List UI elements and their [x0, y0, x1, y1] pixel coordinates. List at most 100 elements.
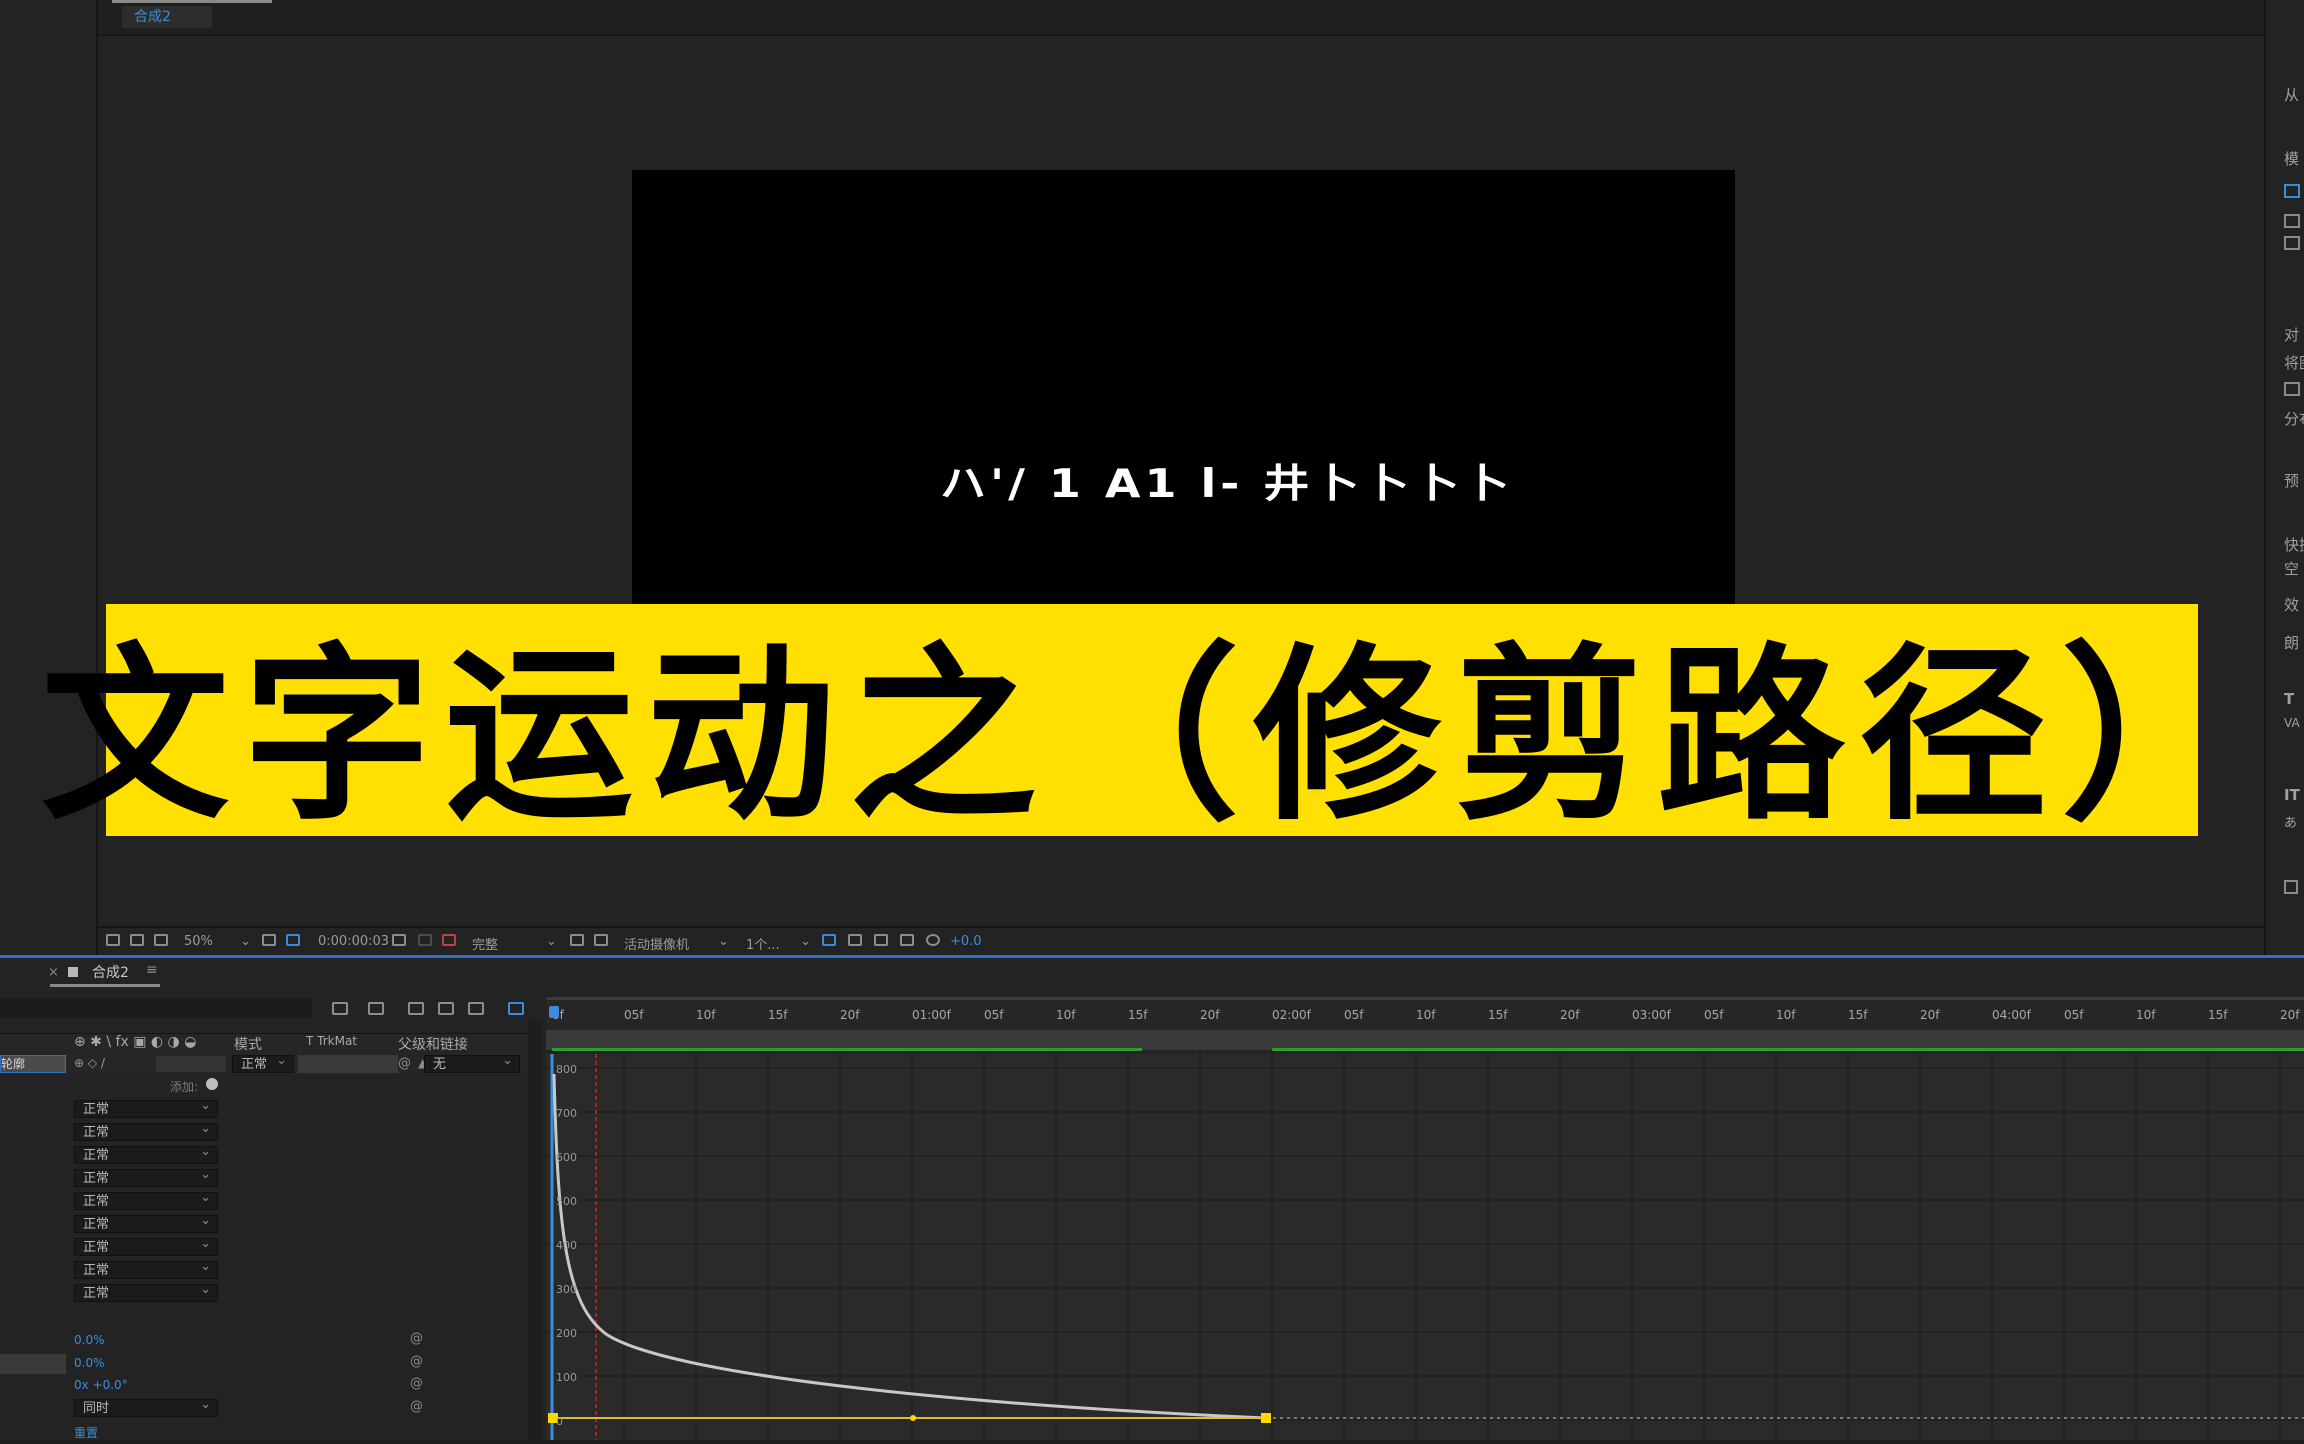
indent-icon[interactable] — [2284, 214, 2300, 228]
roi-icon[interactable] — [570, 934, 584, 946]
graph-y-label: 0 — [556, 1415, 563, 1428]
camera-icon[interactable] — [392, 934, 406, 946]
animated-text-layer: ハ'/ 1 А1 l- 井卜卜卜卜 — [940, 460, 1514, 507]
draft-3d-icon[interactable] — [822, 934, 836, 946]
shy-layers-icon[interactable] — [408, 1002, 424, 1015]
group-mode-select[interactable]: 正常 — [74, 1166, 218, 1187]
ruler-tick-label: 01:00f — [912, 1008, 951, 1022]
ruler-tick-label: 20f — [1560, 1008, 1580, 1022]
group-mode-select[interactable]: 正常 — [74, 1235, 218, 1256]
trim-multiple-select[interactable]: 同时 — [74, 1396, 218, 1417]
mask-icon[interactable] — [154, 934, 168, 946]
graph-y-label: 100 — [556, 1371, 577, 1384]
grid-icon[interactable] — [262, 934, 276, 946]
tsume-icon[interactable]: あ — [2284, 812, 2297, 831]
group-mode-select[interactable]: 正常 — [74, 1212, 218, 1233]
monitor-icon[interactable] — [130, 934, 144, 946]
reset-link[interactable]: 重置 — [74, 1424, 98, 1441]
composition-flowchart-icon[interactable] — [332, 1002, 348, 1015]
camera-select[interactable]: 活动摄像机 — [624, 934, 689, 953]
add-button-icon[interactable] — [206, 1078, 218, 1090]
tracking-icon[interactable]: VA — [2284, 716, 2300, 730]
color-channel-icon[interactable] — [442, 934, 456, 946]
cache-indicator — [552, 1048, 1142, 1051]
region-icon[interactable] — [286, 934, 300, 946]
group-mode-select[interactable]: 正常 — [74, 1258, 218, 1279]
motion-blur-icon[interactable] — [468, 1002, 484, 1015]
transparency-grid-icon[interactable] — [594, 934, 608, 946]
draft-3d-icon[interactable] — [368, 1002, 384, 1015]
work-area-bar[interactable] — [546, 1030, 2304, 1050]
trkmat-column-header[interactable]: T TrkMat — [306, 1034, 357, 1048]
graph-y-label: 800 — [556, 1063, 577, 1076]
expression-pickwhip-icon[interactable]: @ — [410, 1354, 423, 1369]
trim-end-value[interactable]: 0.0% — [74, 1356, 105, 1370]
snapshot-icon[interactable] — [106, 934, 120, 946]
checkbox-icon[interactable] — [2284, 880, 2298, 894]
ruler-tick-label: 02:00f — [1272, 1008, 1311, 1022]
parent-column-header[interactable]: 父级和链接 — [398, 1034, 468, 1054]
pick-whip-icon[interactable]: @ — [398, 1056, 411, 1071]
flowchart-icon[interactable] — [900, 934, 914, 946]
group-mode-select[interactable]: 正常 — [74, 1281, 218, 1302]
group-mode-select[interactable]: 正常 — [74, 1097, 218, 1118]
exposure-value[interactable]: +0.0 — [950, 934, 982, 949]
ruler-tick-label: 05f — [1704, 1008, 1724, 1022]
layer-mode-select[interactable]: 正常 — [232, 1052, 294, 1073]
zoom-select[interactable]: 50% — [184, 934, 213, 949]
tab-timeline-composition-2[interactable]: 合成2 — [92, 962, 129, 982]
playhead-handle[interactable] — [549, 1006, 559, 1018]
exposure-reset-icon[interactable] — [926, 934, 940, 946]
graph-y-label: 700 — [556, 1107, 577, 1120]
indent-right-icon[interactable] — [2284, 236, 2300, 250]
mode-column-header[interactable]: 模式 — [234, 1034, 262, 1054]
graph-editor-grid — [546, 1054, 2304, 1440]
layer-switch-boxes[interactable] — [156, 1056, 226, 1072]
layer-search-input[interactable] — [0, 998, 312, 1018]
vertical-scale-icon[interactable]: IT — [2284, 786, 2300, 804]
right-panel-label: 效 — [2284, 596, 2300, 614]
view-layout-select[interactable]: 1个... — [746, 934, 780, 953]
expression-pickwhip-icon[interactable]: @ — [410, 1376, 423, 1391]
chevron-down-icon[interactable]: ⌄ — [800, 934, 811, 949]
right-panel-label: 预 — [2284, 472, 2300, 490]
ruler-tick-label: 10f — [1776, 1008, 1796, 1022]
tab-composition-2[interactable]: 合成2 — [122, 6, 212, 28]
show-snapshot-icon[interactable] — [418, 934, 432, 946]
panel-menu-icon[interactable]: ≡ — [146, 962, 158, 978]
ruler-tick-label: 10f — [1416, 1008, 1436, 1022]
group-mode-select[interactable]: 正常 — [74, 1189, 218, 1210]
timeline-icon[interactable] — [874, 934, 888, 946]
align-left-icon[interactable] — [2284, 184, 2300, 198]
align-icon[interactable] — [2284, 382, 2300, 396]
ruler-tick-label: 05f — [1344, 1008, 1364, 1022]
trim-offset-value[interactable]: 0x +0.0° — [74, 1378, 128, 1392]
resolution-select[interactable]: 完整 — [472, 934, 498, 953]
frame-blending-icon[interactable] — [438, 1002, 454, 1015]
graph-editor-icon[interactable] — [508, 1002, 524, 1015]
parent-select[interactable]: 无 — [424, 1052, 520, 1073]
current-time[interactable]: 0:00:00:03 — [318, 934, 389, 949]
right-panel-label: 空 — [2284, 560, 2300, 578]
expression-pickwhip-icon[interactable]: @ — [410, 1399, 423, 1414]
expression-pickwhip-icon[interactable]: @ — [410, 1331, 423, 1346]
ruler-tick-label: 05f — [2064, 1008, 2084, 1022]
group-mode-select[interactable]: 正常 — [74, 1143, 218, 1164]
layer-switches[interactable]: ⊕ ◇ / — [74, 1056, 105, 1070]
close-icon[interactable]: × — [48, 965, 59, 980]
graph-editor[interactable] — [546, 1054, 2304, 1440]
trkmat-select[interactable] — [298, 1055, 398, 1073]
chevron-down-icon[interactable]: ⌄ — [546, 934, 557, 949]
panel-divider — [528, 1020, 542, 1440]
selected-property-row[interactable] — [0, 1354, 66, 1374]
ruler-tick-label: 20f — [840, 1008, 860, 1022]
fast-preview-icon[interactable] — [848, 934, 862, 946]
text-size-icon[interactable]: T — [2284, 690, 2294, 708]
layer-name-field[interactable]: 轮廓 — [0, 1055, 66, 1073]
chevron-down-icon[interactable]: ⌄ — [718, 934, 729, 949]
title-banner-text: 文字运动之（修剪路径） — [41, 627, 2263, 846]
graph-y-label: 600 — [556, 1151, 577, 1164]
group-mode-select[interactable]: 正常 — [74, 1120, 218, 1141]
chevron-down-icon[interactable]: ⌄ — [240, 934, 251, 949]
trim-start-value[interactable]: 0.0% — [74, 1333, 105, 1347]
